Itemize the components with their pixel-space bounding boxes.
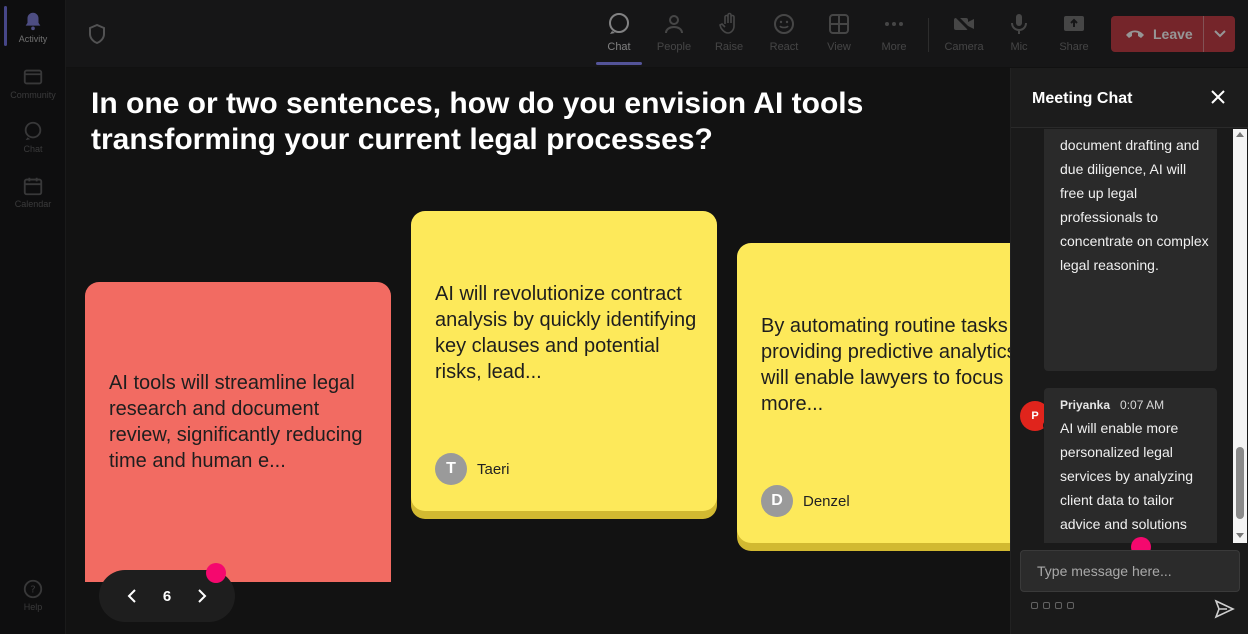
chat-scrollbar[interactable] (1233, 129, 1247, 543)
chevron-left-icon (127, 589, 136, 603)
meeting-toolbar: Chat People Raise React View More Camera… (66, 0, 1248, 68)
message-text: document drafting and due diligence, AI … (1060, 137, 1209, 273)
rail-item-label: Community (10, 90, 56, 100)
attach-icon[interactable] (1043, 602, 1050, 609)
bell-icon (25, 12, 41, 31)
next-button[interactable] (190, 584, 214, 608)
rail-item-calendar[interactable]: Calendar (0, 175, 66, 209)
toolbar-chat-button[interactable]: Chat (593, 10, 645, 62)
active-tab-indicator (596, 62, 642, 65)
hand-icon (719, 12, 735, 34)
toolbar-view-button[interactable]: View (813, 10, 865, 62)
send-icon[interactable] (1213, 598, 1235, 620)
rail-item-label: Calendar (14, 199, 52, 209)
toolbar-divider (928, 18, 929, 52)
author-name: Taeri (477, 460, 510, 478)
toolbar-camera-button[interactable]: Camera (938, 10, 990, 62)
response-card[interactable]: AI tools will streamline legal research … (85, 282, 391, 582)
share-icon (1064, 16, 1084, 31)
leave-button[interactable]: Leave (1111, 16, 1235, 52)
leave-main-button[interactable]: Leave (1111, 26, 1203, 42)
rail-item-help[interactable]: ? Help (0, 578, 66, 612)
chat-message: document drafting and due diligence, AI … (1044, 129, 1217, 371)
chat-header: Meeting Chat (1011, 68, 1248, 128)
chat-messages: document drafting and due diligence, AI … (1011, 129, 1237, 543)
svg-text:?: ? (30, 585, 35, 596)
gif-icon[interactable] (1067, 602, 1074, 609)
smile-icon (774, 14, 794, 34)
people-icon (665, 15, 683, 34)
rail-item-label: Help (23, 602, 43, 612)
format-toolbar (1031, 602, 1074, 609)
message-author: Priyanka (1060, 398, 1111, 412)
response-author: T Taeri (435, 453, 510, 485)
app-rail: Activity Community Chat Calendar ? Help (0, 0, 66, 634)
camera-off-icon (953, 13, 975, 35)
toolbar-react-button[interactable]: React (758, 10, 810, 62)
chat-title: Meeting Chat (1032, 90, 1133, 107)
chat-message: Priyanka 0:07 AM AI will enable more pers… (1044, 388, 1217, 543)
meeting-chat-panel: Meeting Chat document drafting and due d… (1010, 68, 1248, 634)
toolbar-more-button[interactable]: More (868, 10, 920, 62)
rail-item-label: Chat (23, 144, 43, 154)
phone-hangup-icon (1126, 30, 1144, 38)
chat-icon (24, 121, 42, 141)
question-title: In one or two sentences, how do you envi… (91, 87, 864, 156)
toolbar-people-button[interactable]: People (648, 10, 700, 62)
rail-item-activity[interactable]: Activity (0, 10, 66, 44)
author-name: Denzel (803, 492, 850, 510)
response-text: AI will revolutionize contract analysis … (435, 283, 697, 383)
avatar: T (435, 453, 467, 485)
calendar-icon (23, 177, 43, 196)
toolbar-raise-button[interactable]: Raise (703, 10, 755, 62)
response-card[interactable]: By automating routine tasks and providin… (737, 243, 1010, 543)
avatar: D (761, 485, 793, 517)
message-time: 0:07 AM (1120, 398, 1165, 412)
leave-options-button[interactable] (1203, 16, 1235, 52)
more-icon (885, 22, 903, 26)
grid-icon (829, 14, 849, 34)
mic-icon (1011, 14, 1027, 34)
response-text: By automating routine tasks and providin… (761, 315, 1010, 415)
rail-item-community[interactable]: Community (0, 66, 66, 100)
format-icon[interactable] (1031, 602, 1038, 609)
toolbar-share-button[interactable]: Share (1048, 10, 1100, 62)
response-text: AI tools will streamline legal research … (109, 372, 363, 472)
community-icon (23, 69, 43, 85)
message-input[interactable] (1020, 550, 1240, 592)
scroll-up-arrow[interactable] (1236, 132, 1244, 137)
rail-item-label: Activity (18, 34, 48, 44)
pointer-dot (206, 563, 226, 583)
page-number: 6 (162, 587, 172, 605)
help-icon: ? (23, 579, 43, 599)
emoji-icon[interactable] (1055, 602, 1062, 609)
close-icon[interactable] (1209, 88, 1227, 106)
rail-item-chat[interactable]: Chat (0, 120, 66, 154)
scroll-down-arrow[interactable] (1236, 533, 1244, 538)
presentation-stage: In one or two sentences, how do you envi… (66, 68, 1010, 634)
previous-button[interactable] (120, 584, 144, 608)
scroll-thumb[interactable] (1236, 447, 1244, 519)
message-text: AI will enable more personalized legal s… (1060, 420, 1194, 543)
shield-icon[interactable] (88, 24, 106, 44)
toolbar-mic-button[interactable]: Mic (993, 10, 1045, 62)
chevron-down-icon (1213, 30, 1226, 38)
message-meta: Priyanka 0:07 AM (1060, 398, 1164, 412)
chat-icon (609, 13, 629, 34)
response-card[interactable]: AI will revolutionize contract analysis … (411, 211, 717, 511)
response-author: D Denzel (761, 485, 850, 517)
leave-label: Leave (1153, 26, 1193, 42)
chevron-right-icon (197, 589, 207, 603)
